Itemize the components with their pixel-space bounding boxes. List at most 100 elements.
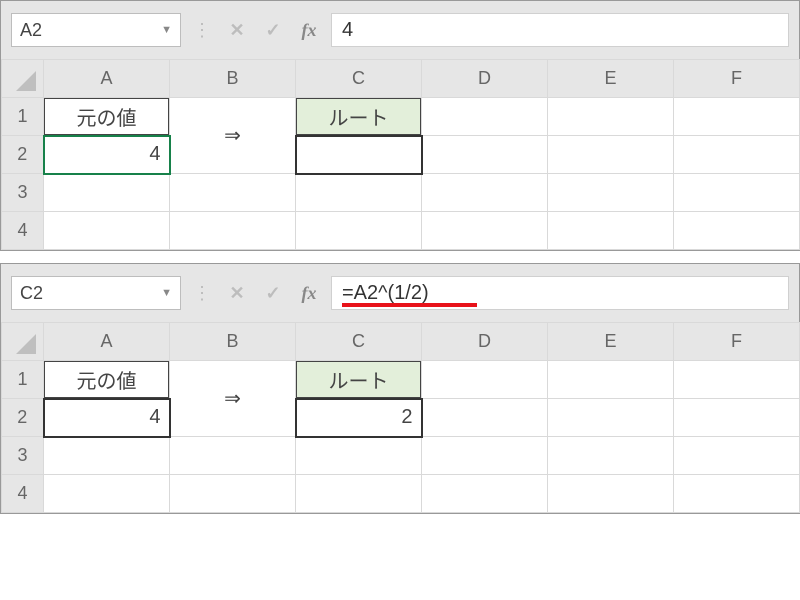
col-header[interactable]: C — [296, 323, 422, 361]
cell[interactable] — [548, 475, 674, 513]
select-all-corner[interactable] — [2, 60, 44, 98]
row-header[interactable]: 1 — [2, 98, 44, 136]
cell-A1[interactable]: 元の値 — [44, 361, 170, 399]
cancel-icon[interactable]: ✕ — [223, 279, 251, 307]
cell[interactable] — [422, 399, 548, 437]
cell[interactable] — [674, 136, 800, 174]
cell[interactable] — [422, 98, 548, 136]
cell[interactable] — [44, 437, 170, 475]
cell-text: ルート — [296, 361, 421, 398]
cell[interactable] — [674, 98, 800, 136]
formula-text: 4 — [342, 19, 353, 42]
fx-icon[interactable]: fx — [295, 279, 323, 307]
cell[interactable] — [674, 361, 800, 399]
cell[interactable] — [548, 437, 674, 475]
cell-C1[interactable]: ルート — [296, 361, 422, 399]
cell-text: 4 — [149, 143, 160, 165]
formula-bar: A2 ▼ ⋮ ✕ ✓ fx 4 — [1, 1, 799, 59]
cell-A2[interactable]: 4 — [44, 399, 170, 437]
cell[interactable] — [170, 212, 296, 250]
table-row: 3 — [2, 437, 800, 475]
table-row: 4 — [2, 212, 800, 250]
name-box[interactable]: A2 ▼ — [11, 13, 181, 47]
cell-C1[interactable]: ルート — [296, 98, 422, 136]
cell[interactable] — [674, 399, 800, 437]
col-header[interactable]: F — [674, 323, 800, 361]
cell[interactable] — [44, 174, 170, 212]
formula-text: =A2^(1/2) — [342, 282, 429, 305]
table-row: 2 4 — [2, 136, 800, 174]
col-header[interactable]: E — [548, 60, 674, 98]
table-row: 1 元の値 ⇒ ルート — [2, 361, 800, 399]
cell[interactable] — [548, 361, 674, 399]
arrow-icon: ⇒ — [224, 388, 241, 410]
cell[interactable] — [170, 437, 296, 475]
cell[interactable] — [296, 212, 422, 250]
cell[interactable] — [296, 437, 422, 475]
cell-text: ルート — [296, 98, 421, 135]
cell[interactable] — [674, 174, 800, 212]
enter-icon[interactable]: ✓ — [259, 16, 287, 44]
grid[interactable]: A B C D E F 1 元の値 ⇒ ルート 2 4 2 — [1, 322, 800, 513]
col-header[interactable]: A — [44, 323, 170, 361]
cell[interactable] — [296, 475, 422, 513]
cell[interactable] — [422, 212, 548, 250]
cell[interactable] — [422, 437, 548, 475]
col-header[interactable]: D — [422, 60, 548, 98]
row-header[interactable]: 1 — [2, 361, 44, 399]
col-header[interactable]: B — [170, 60, 296, 98]
column-header-row: A B C D E F — [2, 60, 800, 98]
cell-A1[interactable]: 元の値 — [44, 98, 170, 136]
cell[interactable] — [170, 174, 296, 212]
cell[interactable] — [548, 212, 674, 250]
name-box[interactable]: C2 ▼ — [11, 276, 181, 310]
cell[interactable] — [44, 475, 170, 513]
row-header[interactable]: 2 — [2, 136, 44, 174]
table-row: 3 — [2, 174, 800, 212]
cell[interactable] — [674, 212, 800, 250]
cell[interactable] — [422, 174, 548, 212]
chevron-down-icon[interactable]: ▼ — [161, 24, 172, 36]
row-header[interactable]: 3 — [2, 437, 44, 475]
fx-icon[interactable]: fx — [295, 16, 323, 44]
table-row: 1 元の値 ⇒ ルート — [2, 98, 800, 136]
cell[interactable] — [548, 98, 674, 136]
row-header[interactable]: 2 — [2, 399, 44, 437]
column-header-row: A B C D E F — [2, 323, 800, 361]
cell-B-arrow[interactable]: ⇒ — [170, 361, 296, 437]
cell[interactable] — [674, 475, 800, 513]
cell[interactable] — [548, 399, 674, 437]
cell[interactable] — [674, 437, 800, 475]
cell[interactable] — [296, 174, 422, 212]
col-header[interactable]: F — [674, 60, 800, 98]
cell-A2[interactable]: 4 — [44, 136, 170, 174]
cell[interactable] — [44, 212, 170, 250]
table-row: 4 — [2, 475, 800, 513]
cell[interactable] — [422, 361, 548, 399]
col-header[interactable]: B — [170, 323, 296, 361]
name-box-value: A2 — [20, 20, 42, 41]
cell[interactable] — [422, 136, 548, 174]
grid[interactable]: A B C D E F 1 元の値 ⇒ ルート 2 4 — [1, 59, 800, 250]
cell[interactable] — [422, 475, 548, 513]
cancel-icon[interactable]: ✕ — [223, 16, 251, 44]
row-header[interactable]: 3 — [2, 174, 44, 212]
enter-icon[interactable]: ✓ — [259, 279, 287, 307]
row-header[interactable]: 4 — [2, 475, 44, 513]
col-header[interactable]: E — [548, 323, 674, 361]
cell-C2[interactable] — [296, 136, 422, 174]
pane-bottom: C2 ▼ ⋮ ✕ ✓ fx =A2^(1/2) A B C D E — [0, 263, 800, 514]
col-header[interactable]: A — [44, 60, 170, 98]
cell[interactable] — [170, 475, 296, 513]
row-header[interactable]: 4 — [2, 212, 44, 250]
cell[interactable] — [548, 136, 674, 174]
cell-C2[interactable]: 2 — [296, 399, 422, 437]
cell[interactable] — [548, 174, 674, 212]
cell-B-arrow[interactable]: ⇒ — [170, 98, 296, 174]
chevron-down-icon[interactable]: ▼ — [161, 287, 172, 299]
col-header[interactable]: D — [422, 323, 548, 361]
col-header[interactable]: C — [296, 60, 422, 98]
formula-input[interactable]: 4 — [331, 13, 789, 47]
select-all-corner[interactable] — [2, 323, 44, 361]
formula-input[interactable]: =A2^(1/2) — [331, 276, 789, 310]
